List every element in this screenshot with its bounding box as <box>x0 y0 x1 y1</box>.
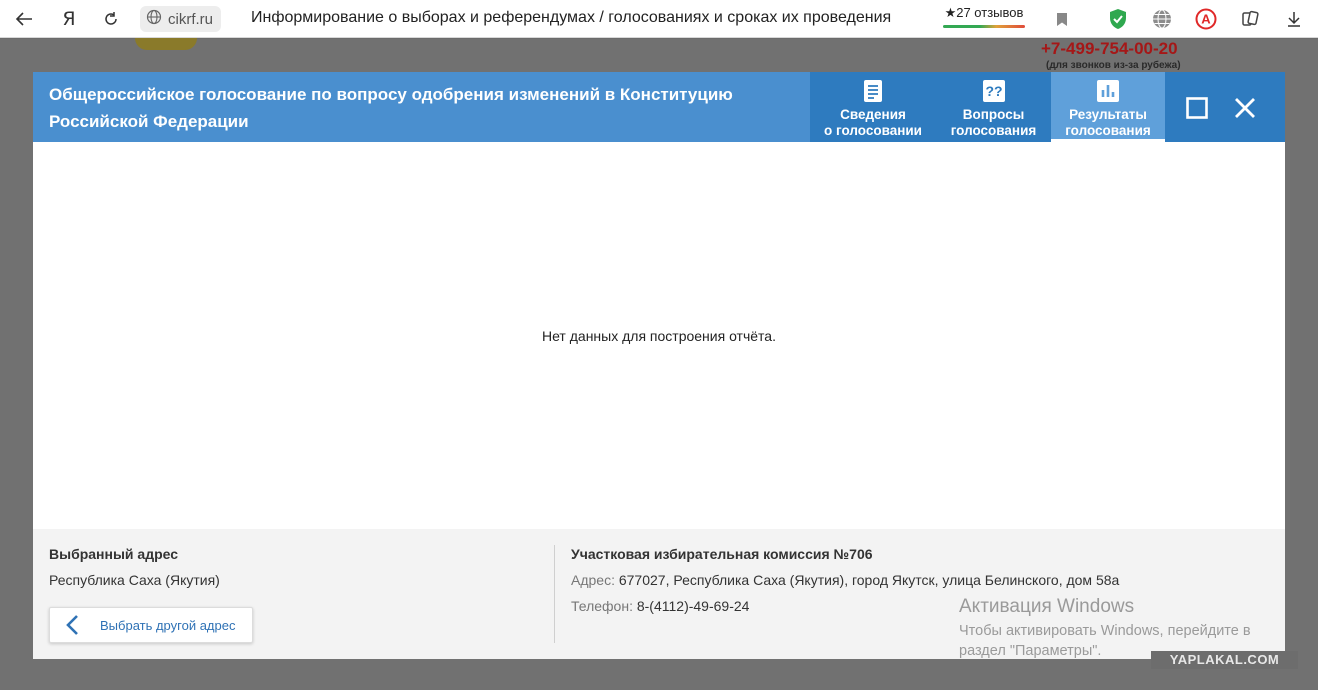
tab-voting-results[interactable]: Результаты голосования <box>1051 72 1165 142</box>
collections-icon[interactable] <box>1238 7 1262 31</box>
tab-voting-results-line2: голосования <box>1065 123 1151 138</box>
site-watermark: YAPLAKAL.COM <box>1151 651 1298 669</box>
footer-divider <box>554 545 555 643</box>
commission-address: Адрес: 677027, Республика Саха (Якутия),… <box>571 572 1119 588</box>
adblock-icon[interactable]: A <box>1194 7 1218 31</box>
selected-address-value: Республика Саха (Якутия) <box>49 572 220 588</box>
yandex-logo-icon[interactable]: Я <box>57 7 81 31</box>
tab-voting-info[interactable]: Сведения о голосовании <box>810 72 936 142</box>
site-phone-note: (для звонков из-за рубежа) <box>1046 60 1181 71</box>
browser-toolbar: Я cikrf.ru Информирование о выборах и ре… <box>0 0 1318 38</box>
bar-chart-icon <box>1097 80 1119 102</box>
tab-voting-info-line1: Сведения <box>840 107 906 122</box>
commission-address-value: 677027, Республика Саха (Якутия), город … <box>618 572 1120 588</box>
site-globe-icon <box>146 9 162 30</box>
reviews-rating-bar <box>943 25 1025 28</box>
address-bar[interactable]: cikrf.ru <box>140 6 221 32</box>
modal-body: Нет данных для построения отчёта. <box>33 142 1285 529</box>
site-phone: +7-499-754-00-20 <box>1041 39 1178 58</box>
address-domain: cikrf.ru <box>168 10 213 28</box>
back-arrow-icon[interactable] <box>12 7 36 31</box>
commission-address-label: Адрес: <box>571 572 615 588</box>
svg-text:A: A <box>1201 12 1211 27</box>
tab-voting-info-line2: о голосовании <box>824 123 922 138</box>
activation-line1: Чтобы активировать Windows, перейдите в <box>959 623 1251 639</box>
voting-modal: Общероссийское голосование по вопросу од… <box>33 72 1285 659</box>
browser-page-title: Информирование о выборах и референдумах … <box>251 9 892 26</box>
modal-window-controls <box>1165 72 1285 142</box>
reload-icon[interactable] <box>99 7 123 31</box>
tab-voting-results-line1: Результаты <box>1069 107 1147 122</box>
tab-voting-questions[interactable]: ?? Вопросы голосования <box>936 72 1051 142</box>
modal-tabs: Сведения о голосовании ?? Вопросы голосо… <box>810 72 1165 142</box>
questions-icon: ?? <box>982 80 1005 102</box>
reviews-label: ★27 отзывов <box>944 5 1024 20</box>
download-icon[interactable] <box>1282 7 1306 31</box>
selected-address-heading: Выбранный адрес <box>49 546 179 562</box>
bookmark-icon[interactable] <box>1050 7 1074 31</box>
chevron-left-icon <box>66 615 78 635</box>
maximize-icon[interactable] <box>1179 90 1215 126</box>
tab-voting-questions-line2: голосования <box>950 123 1037 138</box>
document-icon <box>864 80 882 102</box>
tab-voting-questions-line1: Вопросы <box>962 107 1025 122</box>
commission-phone-value: 8-(4112)-49-69-24 <box>636 598 750 614</box>
activation-title: Активация Windows <box>959 596 1135 617</box>
commission-phone-label: Телефон: <box>571 598 633 614</box>
empty-report-message: Нет данных для построения отчёта. <box>542 328 776 344</box>
close-icon[interactable] <box>1227 90 1263 126</box>
modal-header: Общероссийское голосование по вопросу од… <box>33 72 1285 142</box>
modal-title: Общероссийское голосование по вопросу од… <box>49 85 733 131</box>
svg-text:??: ?? <box>985 83 1002 99</box>
change-address-button[interactable]: Выбрать другой адрес <box>49 607 253 643</box>
reviews-badge[interactable]: ★27 отзывов <box>941 5 1027 28</box>
shield-check-icon[interactable] <box>1106 7 1130 31</box>
selected-address-block: Выбранный адрес Республика Саха (Якутия) <box>49 546 220 588</box>
change-address-label: Выбрать другой адрес <box>100 617 236 633</box>
vpn-globe-icon[interactable] <box>1150 7 1174 31</box>
site-emblem-icon <box>135 38 197 50</box>
commission-heading: Участковая избирательная комиссия №706 <box>571 546 873 562</box>
